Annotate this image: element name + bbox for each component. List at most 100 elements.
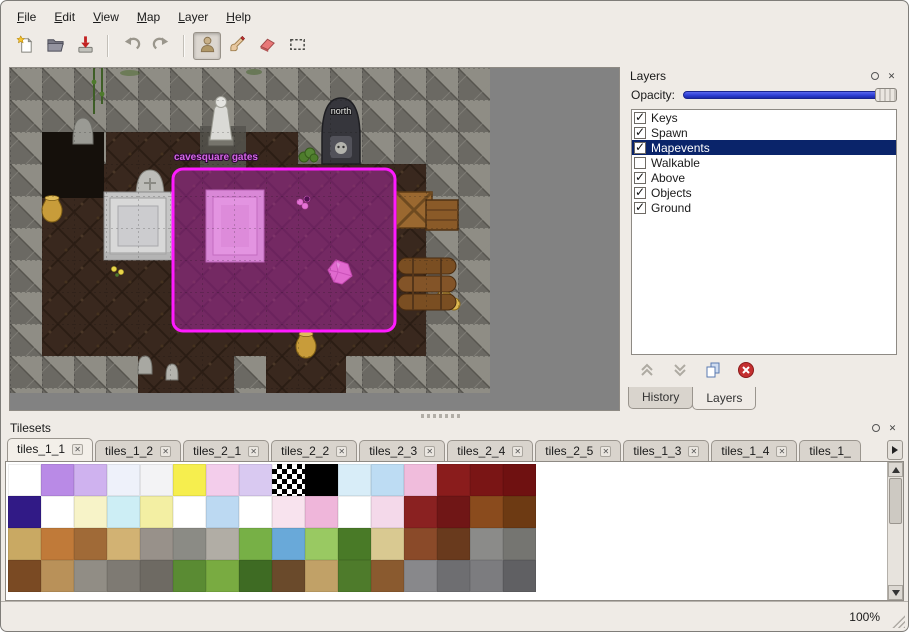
opacity-slider-handle[interactable]: [875, 88, 897, 102]
tileset-tile[interactable]: [107, 496, 140, 528]
scroll-up-button[interactable]: [888, 462, 903, 477]
close-tab-icon[interactable]: ✕: [160, 446, 171, 457]
tileset-tile[interactable]: [74, 464, 107, 496]
tileset-tile[interactable]: [140, 560, 173, 592]
tileset-tile[interactable]: [272, 464, 305, 496]
tileset-tile[interactable]: [107, 560, 140, 592]
tileset-tile[interactable]: [371, 464, 404, 496]
close-tab-icon[interactable]: ✕: [688, 446, 699, 457]
tileset-tile[interactable]: [305, 528, 338, 560]
tileset-tab[interactable]: tiles_2_3✕: [359, 440, 445, 461]
tileset-tab[interactable]: tiles_1_1✕: [7, 438, 93, 461]
lower-layer-button[interactable]: [670, 361, 690, 381]
tileset-tile[interactable]: [140, 464, 173, 496]
raise-layer-button[interactable]: [637, 361, 657, 381]
layer-row-mapevents[interactable]: ✓ Mapevents: [632, 140, 896, 155]
layer-visibility-checkbox[interactable]: ✓: [634, 112, 646, 124]
menu-file[interactable]: File: [9, 8, 44, 26]
layer-row-objects[interactable]: ✓ Objects: [632, 185, 896, 200]
delete-layer-button[interactable]: [736, 361, 756, 381]
tileset-tile[interactable]: [437, 496, 470, 528]
tileset-tile[interactable]: [470, 560, 503, 592]
character-stamp-tool-button[interactable]: [193, 32, 221, 60]
tileset-tile[interactable]: [470, 528, 503, 560]
tileset-tile[interactable]: [305, 496, 338, 528]
redo-button[interactable]: [147, 32, 175, 60]
tileset-tile[interactable]: [8, 528, 41, 560]
tileset-tile[interactable]: [437, 528, 470, 560]
tileset-tile[interactable]: [470, 464, 503, 496]
menu-view[interactable]: View: [85, 8, 127, 26]
tileset-tile[interactable]: [272, 528, 305, 560]
tileset-tile[interactable]: [41, 496, 74, 528]
tileset-tile[interactable]: [173, 528, 206, 560]
tileset-tab[interactable]: tiles_2_2✕: [271, 440, 357, 461]
tileset-tile[interactable]: [41, 464, 74, 496]
tileset-tile[interactable]: [74, 496, 107, 528]
new-button[interactable]: [11, 32, 39, 60]
tileset-tile[interactable]: [173, 464, 206, 496]
tileset-tile[interactable]: [338, 496, 371, 528]
tileset-tile[interactable]: [371, 496, 404, 528]
eraser-tool-button[interactable]: [253, 32, 281, 60]
tileset-tile[interactable]: [173, 496, 206, 528]
map-canvas[interactable]: north: [9, 67, 620, 411]
close-tab-icon[interactable]: ✕: [776, 446, 787, 457]
close-tab-icon[interactable]: ✕: [600, 446, 611, 457]
tileset-tile[interactable]: [272, 496, 305, 528]
tileset-image[interactable]: [8, 464, 536, 592]
tileset-tile[interactable]: [239, 560, 272, 592]
layer-row-keys[interactable]: ✓ Keys: [632, 110, 896, 125]
tileset-tile[interactable]: [239, 464, 272, 496]
tileset-tile[interactable]: [404, 464, 437, 496]
layer-visibility-checkbox[interactable]: ✓: [634, 187, 646, 199]
tileset-tile[interactable]: [503, 528, 536, 560]
tileset-tile[interactable]: [41, 560, 74, 592]
tileset-tile[interactable]: [338, 560, 371, 592]
tileset-tile[interactable]: [8, 560, 41, 592]
close-tab-icon[interactable]: ✕: [512, 446, 523, 457]
tileset-tile[interactable]: [305, 464, 338, 496]
open-button[interactable]: [41, 32, 69, 60]
float-dock-button[interactable]: [868, 70, 881, 83]
tileset-tab[interactable]: tiles_1_: [799, 440, 860, 461]
tileset-tab[interactable]: tiles_1_2✕: [95, 440, 181, 461]
layer-visibility-checkbox[interactable]: ✓: [634, 172, 646, 184]
tileset-tile[interactable]: [437, 560, 470, 592]
tileset-tab[interactable]: tiles_1_4✕: [711, 440, 797, 461]
close-dock-button[interactable]: ✕: [886, 422, 899, 435]
duplicate-layer-button[interactable]: [703, 361, 723, 381]
layer-row-above[interactable]: ✓ Above: [632, 170, 896, 185]
close-tab-icon[interactable]: ✕: [336, 446, 347, 457]
tileset-tile[interactable]: [305, 560, 338, 592]
layer-row-ground[interactable]: ✓ Ground: [632, 200, 896, 215]
tileset-tile[interactable]: [8, 496, 41, 528]
tileset-tile[interactable]: [503, 464, 536, 496]
tileset-tile[interactable]: [107, 528, 140, 560]
close-dock-button[interactable]: ✕: [885, 70, 898, 83]
tileset-tab[interactable]: tiles_1_3✕: [623, 440, 709, 461]
tileset-tile[interactable]: [470, 496, 503, 528]
layer-row-walkable[interactable]: ✓ Walkable: [632, 155, 896, 170]
save-button[interactable]: [71, 32, 99, 60]
layer-row-spawn[interactable]: ✓ Spawn: [632, 125, 896, 140]
tileset-tab[interactable]: tiles_2_1✕: [183, 440, 269, 461]
tab-history[interactable]: History: [628, 387, 693, 409]
tileset-tile[interactable]: [272, 560, 305, 592]
tileset-tile[interactable]: [206, 560, 239, 592]
tileset-tile[interactable]: [437, 464, 470, 496]
opacity-slider[interactable]: [683, 88, 897, 102]
tileset-tile[interactable]: [404, 528, 437, 560]
scrollbar-thumb[interactable]: [889, 478, 902, 524]
tileset-tile[interactable]: [338, 528, 371, 560]
brush-tool-button[interactable]: [223, 32, 251, 60]
tileset-tile[interactable]: [74, 528, 107, 560]
scroll-tabs-right-button[interactable]: [887, 440, 903, 460]
scroll-down-button[interactable]: [888, 585, 903, 600]
tileset-tile[interactable]: [140, 496, 173, 528]
menu-layer[interactable]: Layer: [170, 8, 216, 26]
tileset-tile[interactable]: [206, 528, 239, 560]
tileset-tile[interactable]: [239, 496, 272, 528]
tileset-tile[interactable]: [404, 496, 437, 528]
tileset-tile[interactable]: [371, 528, 404, 560]
